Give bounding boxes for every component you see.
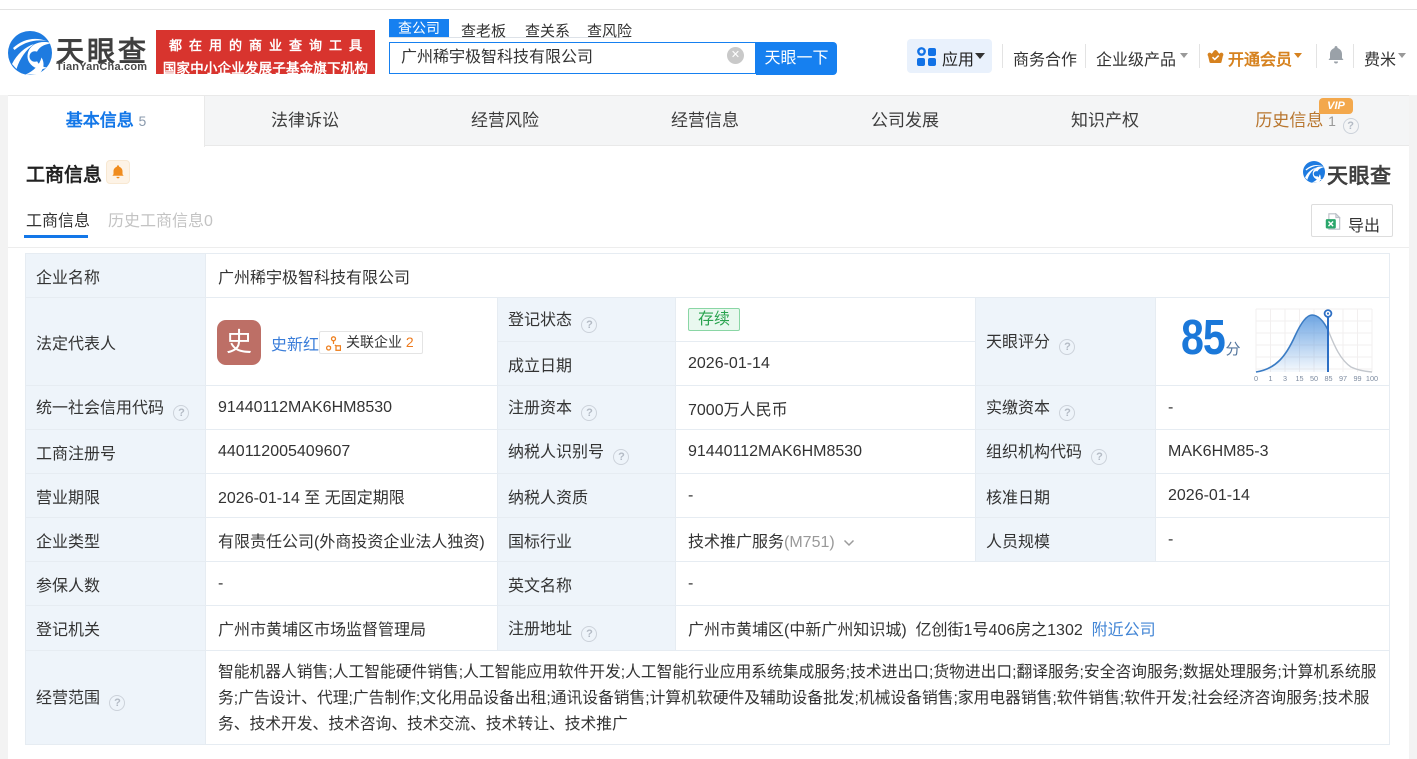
- svg-text:85: 85: [1324, 374, 1332, 383]
- svg-text:50: 50: [1310, 374, 1318, 383]
- svg-text:97: 97: [1339, 374, 1347, 383]
- svg-text:3: 3: [1283, 374, 1287, 383]
- svg-text:1: 1: [1268, 374, 1272, 383]
- svg-text:0: 0: [1254, 374, 1258, 383]
- svg-text:99: 99: [1353, 374, 1361, 383]
- svg-text:100: 100: [1366, 374, 1378, 383]
- svg-text:15: 15: [1295, 374, 1303, 383]
